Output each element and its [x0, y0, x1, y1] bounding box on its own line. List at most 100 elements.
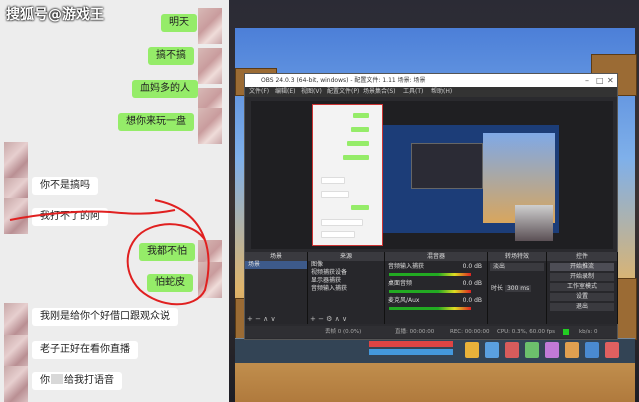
chat-bubble-sent: 血妈多的人	[132, 80, 198, 98]
avatar	[4, 142, 28, 178]
chat-bubble-received: 我刚是给你个好借口跟观众说	[32, 308, 178, 326]
source-item[interactable]: 图像	[308, 261, 384, 269]
transition-duration[interactable]: 时长 300 ms	[488, 285, 546, 293]
start-recording-button[interactable]: 开始录制	[550, 273, 614, 281]
scene-controls[interactable]: + − ∧ ∨	[247, 315, 276, 323]
mixer-channel-label: 桌面音频	[388, 280, 413, 287]
chat-bubble-received: 你 给我打语音	[32, 372, 122, 390]
mixer-db: 0.0 dB	[462, 263, 482, 270]
blur-mask	[51, 374, 63, 384]
avatar	[4, 366, 28, 402]
status-bar: 丢帧 0 (0.0%) 直播: 00:00:00 REC: 00:00:00 C…	[245, 326, 617, 338]
maximize-icon[interactable]: □	[596, 74, 604, 87]
transition-select[interactable]: 淡出	[490, 263, 544, 271]
preview-bubble	[343, 155, 369, 160]
mp-bar	[369, 349, 453, 355]
preview-bubble	[321, 219, 363, 226]
minimize-icon[interactable]: –	[585, 74, 589, 87]
scenes-dock: 场景 场景 + − ∧ ∨	[245, 252, 308, 324]
sources-dock: 来源 图像 视频捕获设备 显示器捕获 音频输入捕获 + − ⚙ ∧ ∨	[308, 252, 385, 324]
preview-bubble	[321, 231, 355, 238]
preview-bubble	[347, 141, 369, 146]
avatar	[198, 8, 222, 44]
avatar	[4, 198, 28, 234]
chat-bubble-sent: 搞不搞	[148, 47, 194, 65]
chat-text: 给我打语音	[64, 375, 114, 386]
menu-bar: 文件(F) 编辑(E) 视图(V) 配置文件(P) 场景集合(S) 工具(T) …	[245, 87, 617, 97]
game-skill-icon[interactable]	[485, 342, 499, 358]
preview-phone-capture	[312, 104, 383, 246]
exit-button[interactable]: 退出	[550, 303, 614, 311]
transitions-dock: 转场特效 淡出 时长 300 ms	[488, 252, 547, 324]
menu-view[interactable]: 视图(V)	[301, 87, 322, 97]
controls-dock: 控件 开始推流 开始录制 工作室模式 设置 退出	[547, 252, 618, 324]
avatar	[4, 303, 28, 339]
chat-bubble-sent: 怕蛇皮	[147, 274, 193, 292]
game-skill-icon[interactable]	[565, 342, 579, 358]
dropped-frames: 丢帧 0 (0.0%)	[325, 329, 362, 335]
obs-window: OBS 24.0.3 (64-bit, windows) - 配置文件: 1.1…	[244, 73, 618, 340]
dock-header: 转场特效	[488, 252, 546, 261]
obs-preview[interactable]	[251, 101, 613, 249]
game-skill-icon[interactable]	[505, 342, 519, 358]
stream-screen: OBS 24.0.3 (64-bit, windows) - 配置文件: 1.1…	[229, 0, 639, 402]
source-item[interactable]: 音频输入捕获	[308, 285, 384, 293]
bitrate: kb/s: 0	[579, 329, 598, 335]
preview-bubble	[351, 127, 369, 132]
chat-bubble-sent: 明天	[161, 14, 197, 32]
menu-file[interactable]: 文件(F)	[249, 87, 269, 97]
source-controls[interactable]: + − ⚙ ∧ ∨	[310, 315, 347, 323]
rec-time: REC: 00:00:00	[450, 329, 490, 335]
source-item[interactable]: 视频捕获设备	[308, 269, 384, 277]
close-icon[interactable]: ✕	[607, 74, 614, 87]
game-skill-icon[interactable]	[605, 342, 619, 358]
mixer-db: 0.0 dB	[462, 297, 482, 304]
preview-bubble	[351, 205, 369, 210]
studio-mode-button[interactable]: 工作室模式	[550, 283, 614, 291]
chat-bubble-received: 老子正好在看你直播	[32, 341, 138, 359]
game-skill-icon[interactable]	[525, 342, 539, 358]
mixer-channel-name: 桌面音频 0.0 dB	[385, 280, 484, 288]
connection-indicator	[563, 329, 569, 335]
menu-edit[interactable]: 编辑(E)	[275, 87, 295, 97]
duration-label: 时长	[491, 285, 504, 292]
chat-bubble-received: 你不是搞吗	[32, 177, 98, 195]
volume-meter	[389, 290, 471, 293]
dock-header: 来源	[308, 252, 384, 261]
preview-webcam	[515, 205, 553, 241]
dock-header: 控件	[547, 252, 617, 261]
chat-text: 你	[40, 375, 50, 386]
avatar	[198, 108, 222, 144]
cpu-usage: CPU: 0.3%, 60.00 fps	[497, 329, 556, 335]
menu-scene-collection[interactable]: 场景集合(S)	[363, 87, 396, 97]
game-skill-icon[interactable]	[585, 342, 599, 358]
dock-header: 场景	[245, 252, 307, 261]
hp-bar	[369, 341, 453, 347]
avatar	[198, 262, 222, 298]
menu-profile[interactable]: 配置文件(P)	[327, 87, 359, 97]
chat-bubble-sent: 想你来玩一盘	[118, 113, 194, 131]
mixer-dock: 混音器 音频输入捕获 0.0 dB 桌面音频 0.0 dB 麦克风/Aux 0.…	[385, 252, 488, 324]
game-skill-icon[interactable]	[545, 342, 559, 358]
volume-meter	[389, 273, 471, 276]
chat-panel: 明天 搞不搞 血妈多的人 想你来玩一盘 你不是搞吗 我打不了的阿 我都不怕 怕蛇…	[0, 0, 229, 402]
preview-bubble	[353, 113, 369, 118]
dock-header: 混音器	[385, 252, 487, 261]
obs-docks: 场景 场景 + − ∧ ∨ 来源 图像 视频捕获设备 显示器捕获 音频输入捕获 …	[245, 252, 618, 324]
chat-bubble-received: 我打不了的阿	[32, 208, 108, 226]
source-item[interactable]: 显示器捕获	[308, 277, 384, 285]
preview-bubble	[321, 191, 349, 198]
start-streaming-button[interactable]: 开始推流	[550, 263, 614, 271]
watermark: 搜狐号@游戏王	[6, 7, 104, 23]
menu-tools[interactable]: 工具(T)	[403, 87, 423, 97]
mixer-channel-label: 麦克风/Aux	[388, 297, 420, 304]
menu-help[interactable]: 帮助(H)	[431, 87, 452, 97]
avatar	[198, 48, 222, 84]
mixer-channel-name: 麦克风/Aux 0.0 dB	[385, 297, 484, 305]
duration-value[interactable]: 300 ms	[504, 285, 532, 292]
live-time: 直播: 00:00:00	[395, 329, 435, 335]
game-skill-icon[interactable]	[465, 342, 479, 358]
settings-button[interactable]: 设置	[550, 293, 614, 301]
scene-item[interactable]: 场景	[245, 261, 307, 269]
mixer-channel-label: 音频输入捕获	[388, 263, 425, 270]
